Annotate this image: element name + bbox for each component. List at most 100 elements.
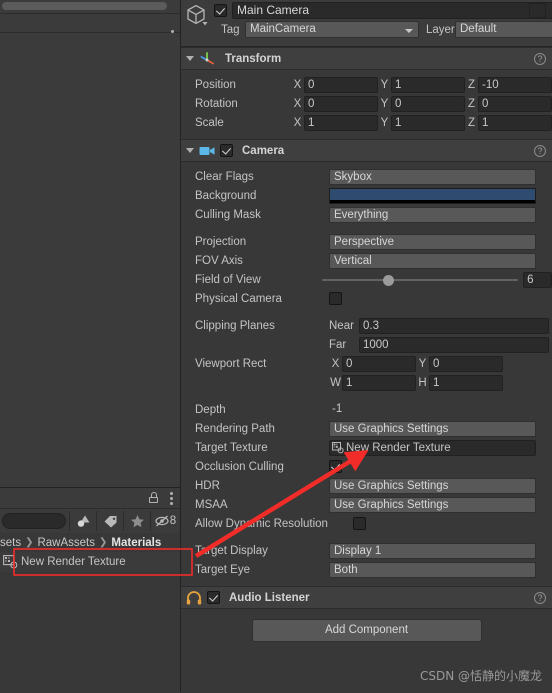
filter-by-type[interactable] [69,511,96,531]
near-label: Near [329,319,354,332]
axis-x-label: X [293,116,302,129]
msaa-label: MSAA [195,498,228,511]
hierarchy-content[interactable] [0,33,180,487]
background-alpha-bar [330,199,535,203]
camera-target-eye-row: Target Eye Both [181,560,552,579]
gameobject-header: Main Camera Tag MainCamera Layer Default [181,0,552,47]
list-item[interactable]: New Render Texture [0,552,180,572]
hdr-dropdown[interactable]: Use Graphics Settings [329,477,536,494]
axis-h-label: H [418,376,427,389]
kebab-menu-icon[interactable] [170,492,173,507]
slider-handle[interactable] [383,274,395,286]
foldout-arrow-icon[interactable] [186,56,194,61]
target-texture-object-field[interactable]: New Render Texture [329,439,536,456]
field-of-view-input[interactable]: 6 [523,271,552,288]
camera-icon [199,146,215,155]
position-z-input[interactable]: -10 [478,76,552,93]
transform-body: Position X 0 Y 1 Z -10 Rotation X 0 Y 0 … [181,70,552,139]
camera-depth-row: Depth -1 [181,400,552,419]
search-input[interactable] [2,513,66,529]
component-header-audio-listener[interactable]: Audio Listener ? [181,586,552,609]
audio-listener-enabled-checkbox[interactable] [207,591,220,604]
help-icon[interactable]: ? [534,144,546,157]
clipping-planes-label: Clipping Planes [195,319,275,332]
projection-dropdown[interactable]: Perspective [329,233,536,250]
clear-flags-label: Clear Flags [195,170,254,183]
allow-dynamic-resolution-checkbox[interactable] [353,517,366,530]
transform-axis-icon [200,52,214,65]
render-texture-icon [3,555,18,569]
target-texture-label: Target Texture [195,441,268,454]
viewport-y-input[interactable]: 0 [429,355,503,372]
filter-by-label[interactable] [96,511,123,531]
camera-clipping-near-row: Clipping Planes Near 0.3 [181,316,552,335]
background-color-swatch[interactable] [329,187,536,204]
hidden-assets-count: 8 [169,515,177,527]
culling-mask-dropdown[interactable]: Everything [329,206,536,223]
field-of-view-slider[interactable] [322,272,519,288]
target-eye-dropdown[interactable]: Both [329,561,536,578]
help-icon[interactable]: ? [534,52,546,65]
breadcrumb-item-rawassets[interactable]: RawAssets [37,537,95,549]
allow-dynamic-resolution-label: Allow Dynamic Resolution [195,517,328,530]
gameobject-active-checkbox[interactable] [214,4,227,17]
scrollbar-thumb[interactable] [2,2,167,10]
occlusion-culling-label: Occlusion Culling [195,460,284,473]
depth-input[interactable]: -1 [329,401,536,418]
physical-camera-checkbox[interactable] [329,292,342,305]
add-component-button[interactable]: Add Component [251,618,482,642]
component-header-camera[interactable]: Camera ? [181,139,552,162]
viewport-x-input[interactable]: 0 [342,355,416,372]
axis-y-label: Y [418,357,427,370]
rendering-path-dropdown[interactable]: Use Graphics Settings [329,420,536,437]
scale-z-input[interactable]: 1 [478,114,552,131]
physical-camera-label: Physical Camera [195,292,282,305]
lock-icon[interactable] [149,492,158,503]
static-checkbox[interactable] [529,3,546,18]
breadcrumb-item-materials[interactable]: Materials [111,537,161,549]
tag-dropdown[interactable]: MainCamera [245,21,419,38]
clipping-near-input[interactable]: 0.3 [359,317,549,334]
fov-axis-dropdown[interactable]: Vertical [329,252,536,269]
clipping-far-input[interactable]: 1000 [359,336,549,353]
target-texture-value: New Render Texture [346,441,451,454]
project-toolbar [0,488,180,509]
axis-x-label: X [331,357,340,370]
position-x-input[interactable]: 0 [304,76,378,93]
camera-field-of-view-row: Field of View 6 [181,270,552,289]
camera-background-row: Background [181,186,552,205]
gameobject-name-input[interactable]: Main Camera [232,2,552,19]
hidden-assets-toggle[interactable]: 8 [150,511,180,531]
layer-dropdown[interactable]: Default [455,21,552,38]
far-label: Far [329,338,347,351]
camera-rendering-path-row: Rendering Path Use Graphics Settings [181,419,552,438]
viewport-w-input[interactable]: 1 [342,374,416,391]
horizontal-scrollbar[interactable] [0,0,180,14]
star-icon [130,515,144,528]
component-header-transform[interactable]: Transform ? [181,47,552,70]
transform-position-row: Position X 0 Y 1 Z -10 [181,75,552,94]
rotation-y-input[interactable]: 0 [391,95,465,112]
camera-target-display-row: Target Display Display 1 [181,541,552,560]
foldout-arrow-icon[interactable] [186,148,194,153]
msaa-dropdown[interactable]: Use Graphics Settings [329,496,536,513]
help-icon[interactable]: ? [534,591,546,604]
camera-fov-axis-row: FOV Axis Vertical [181,251,552,270]
breadcrumb-item-assets[interactable]: sets [0,537,21,549]
scale-y-input[interactable]: 1 [391,114,465,131]
target-display-dropdown[interactable]: Display 1 [329,542,536,559]
camera-enabled-checkbox[interactable] [220,144,233,157]
target-display-label: Target Display [195,544,268,557]
scale-x-input[interactable]: 1 [304,114,378,131]
camera-occlusion-culling-row: Occlusion Culling [181,457,552,476]
slider-track [322,278,519,281]
hierarchy-panel [0,0,180,487]
clear-flags-dropdown[interactable]: Skybox [329,168,536,185]
occlusion-culling-checkbox[interactable] [329,460,342,473]
gameobject-cube-icon[interactable] [185,3,209,27]
viewport-h-input[interactable]: 1 [429,374,503,391]
position-y-input[interactable]: 1 [391,76,465,93]
rotation-x-input[interactable]: 0 [304,95,378,112]
filter-favorites[interactable] [123,511,150,531]
rotation-z-input[interactable]: 0 [478,95,552,112]
